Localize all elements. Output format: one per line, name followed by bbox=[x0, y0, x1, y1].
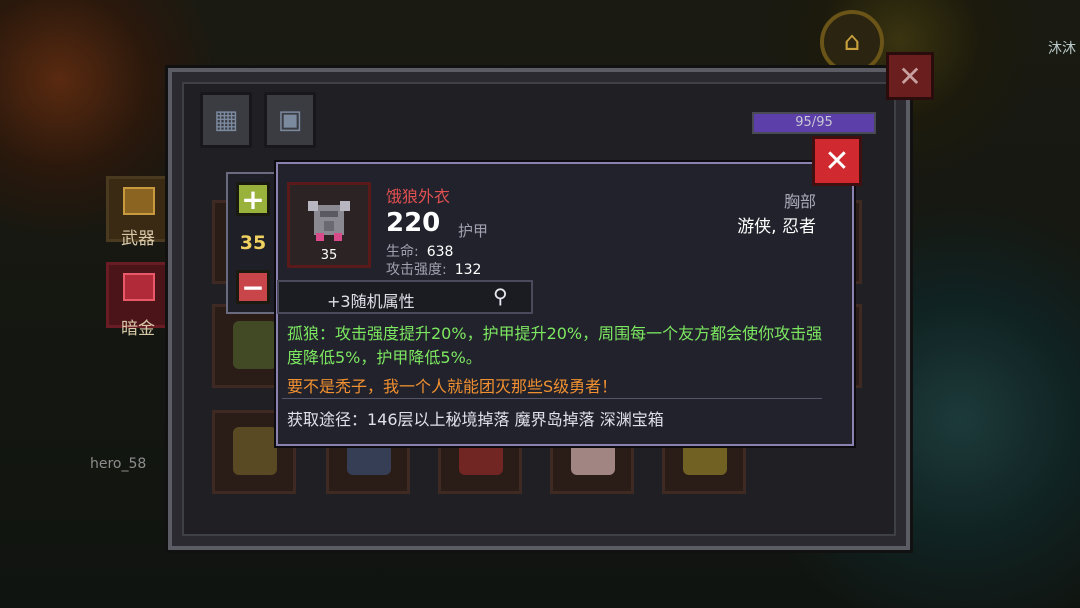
tab-inventory[interactable]: ▦ bbox=[200, 92, 252, 148]
random-attribute-row[interactable]: +3随机属性 ⚲ bbox=[277, 280, 533, 314]
close-icon: ✕ bbox=[898, 59, 922, 93]
armor-value: 220 bbox=[386, 208, 441, 238]
close-icon: ✕ bbox=[824, 143, 850, 179]
panel-close-button[interactable]: ✕ bbox=[886, 52, 934, 100]
magnifier-icon[interactable]: ⚲ bbox=[493, 284, 508, 308]
stat-value: 638 bbox=[426, 244, 454, 260]
weapon-chest-icon bbox=[123, 187, 155, 215]
stat-label: 生命: bbox=[386, 244, 419, 260]
sidebar-item-label: 暗金 bbox=[121, 319, 155, 339]
class-restriction: 游侠, 忍者 bbox=[737, 217, 816, 237]
armor-item-icon bbox=[233, 427, 277, 475]
armor-label: 护甲 bbox=[458, 222, 489, 240]
quantity-stepper: + 35 − bbox=[226, 172, 280, 314]
player-name-corner: 沐沐 bbox=[1048, 41, 1076, 57]
tab-equipment[interactable]: ▣ bbox=[264, 92, 316, 148]
tooltip-close-button[interactable]: ✕ bbox=[812, 136, 862, 186]
armor-icon: ▣ bbox=[277, 105, 303, 135]
decrease-button[interactable]: − bbox=[236, 270, 270, 304]
item-flavor-text: 要不是秃子，我一个人就能团灭那些S级勇者！ bbox=[287, 377, 618, 396]
increase-button[interactable]: + bbox=[236, 182, 270, 216]
divider bbox=[282, 398, 822, 399]
hp-text: 95/95 bbox=[795, 115, 833, 130]
stat-row-attack: 攻击强度: 132 bbox=[386, 259, 481, 279]
dark-gold-chest-icon bbox=[123, 273, 155, 301]
sidebar-item-label: 武器 bbox=[121, 229, 155, 249]
wolf-coat-icon bbox=[308, 201, 350, 241]
hp-bar: 95/95 bbox=[752, 112, 876, 134]
random-attribute-label: +3随机属性 bbox=[327, 292, 415, 311]
stat-label: 攻击强度: bbox=[386, 262, 447, 278]
item-name: 饿狼外衣 bbox=[386, 187, 451, 206]
item-source-text: 获取途径：146层以上秘境掉落 魔界岛掉落 深渊宝箱 bbox=[287, 410, 664, 429]
home-icon: ⌂ bbox=[843, 27, 861, 57]
player-name-label: hero_58 bbox=[90, 456, 147, 472]
item-effect-text: 孤狼：攻击强度提升20%，护甲提升20%，周围每一个友方都会使你攻击强度降低5%… bbox=[287, 324, 823, 367]
stat-row-hp: 生命: 638 bbox=[386, 241, 453, 261]
item-level: 35 bbox=[320, 248, 338, 263]
armor-item-icon bbox=[233, 321, 277, 369]
grid-icon: ▦ bbox=[213, 105, 239, 135]
equip-slot-label: 胸部 bbox=[783, 192, 816, 211]
home-button[interactable]: ⌂ bbox=[820, 10, 884, 74]
stat-value: 132 bbox=[454, 262, 482, 278]
stepper-value: 35 bbox=[239, 232, 267, 254]
item-icon-frame: 35 bbox=[287, 182, 371, 268]
